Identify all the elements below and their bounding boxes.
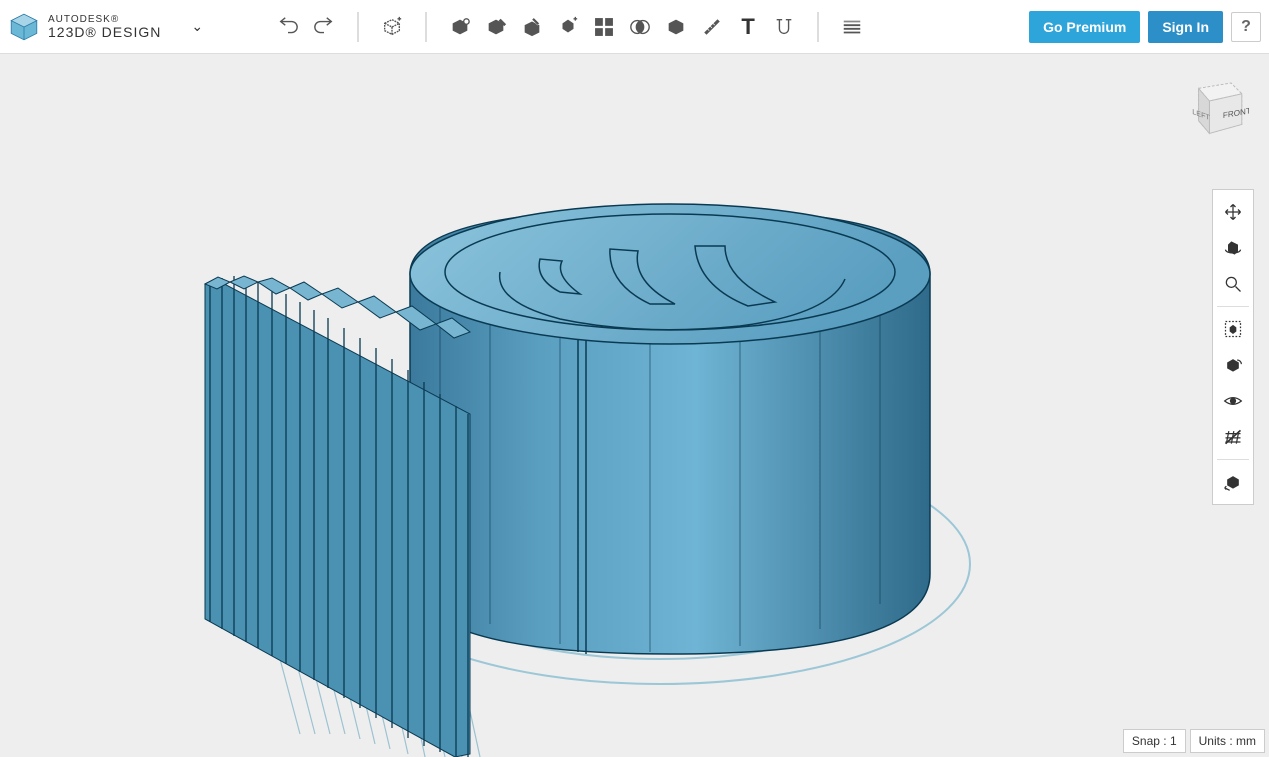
go-premium-button[interactable]: Go Premium [1029, 11, 1140, 43]
grouping-button[interactable] [589, 12, 619, 42]
redo-button[interactable] [309, 12, 339, 42]
scene-content [0, 54, 1269, 757]
snap-button[interactable] [769, 12, 799, 42]
measure-button[interactable] [697, 12, 727, 42]
navigation-toolbar [1212, 189, 1254, 505]
status-bar: Snap : 1 Units : mm [1123, 729, 1265, 753]
pan-button[interactable] [1217, 196, 1249, 228]
snap-status[interactable]: Snap : 1 [1123, 729, 1186, 753]
zoom-button[interactable] [1217, 268, 1249, 300]
grid-toggle-button[interactable] [1217, 421, 1249, 453]
viewport[interactable]: LEFT FRONT Snap : 1 Units : mm [0, 54, 1269, 757]
main-toolbar: T [273, 12, 867, 42]
orbit-button[interactable] [1217, 232, 1249, 264]
material-button[interactable] [837, 12, 867, 42]
shaded-button[interactable] [1217, 349, 1249, 381]
undo-button[interactable] [273, 12, 303, 42]
units-status[interactable]: Units : mm [1190, 729, 1265, 753]
app-logo-icon [8, 11, 40, 43]
modify-button[interactable] [517, 12, 547, 42]
snap-ground-button[interactable] [1217, 466, 1249, 498]
combine-button[interactable] [625, 12, 655, 42]
sketch-button[interactable] [445, 12, 475, 42]
sign-in-button[interactable]: Sign In [1148, 11, 1223, 43]
account-buttons: Go Premium Sign In ? [1029, 11, 1261, 43]
help-button[interactable]: ? [1231, 12, 1261, 42]
top-toolbar: AUTODESK® 123D® DESIGN ⌄ T Go Premium Si… [0, 0, 1269, 54]
primitives-button[interactable] [377, 12, 407, 42]
view-cube[interactable]: LEFT FRONT [1177, 74, 1249, 146]
app-label: 123D® DESIGN [48, 25, 161, 39]
fit-button[interactable] [1217, 313, 1249, 345]
brand-label: AUTODESK® [48, 15, 161, 25]
transform-button[interactable] [661, 12, 691, 42]
pattern-button[interactable] [553, 12, 583, 42]
main-menu-dropdown[interactable]: ⌄ [191, 18, 203, 35]
logo[interactable]: AUTODESK® 123D® DESIGN [8, 11, 161, 43]
construct-button[interactable] [481, 12, 511, 42]
visibility-button[interactable] [1217, 385, 1249, 417]
text-button[interactable]: T [733, 12, 763, 42]
